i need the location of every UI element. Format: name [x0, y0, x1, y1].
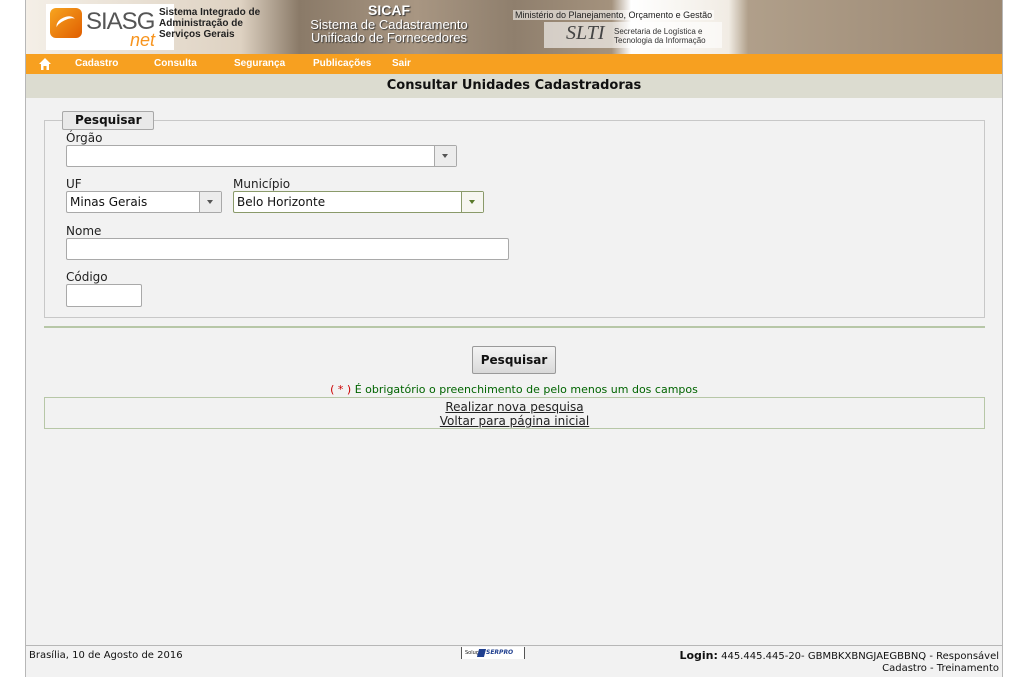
municipio-label: Município [233, 177, 291, 191]
menu-item-publicacoes[interactable]: Publicações [313, 58, 371, 69]
siasg-caption-line: Serviços Gerais [159, 29, 235, 40]
siasg-caption-line: Administração de [159, 18, 243, 29]
menu-item-cadastro[interactable]: Cadastro [75, 58, 118, 69]
siasg-logo-net: net [130, 30, 156, 50]
section-divider [44, 326, 985, 328]
orgao-label: Órgão [66, 131, 103, 145]
back-home-link[interactable]: Voltar para página inicial [45, 414, 984, 428]
municipio-dropdown-button[interactable] [461, 192, 483, 212]
serpro-logo: Solução SERPRO [461, 647, 525, 659]
slti-caption: Secretaria de Logística e Tecnologia da … [614, 27, 706, 45]
municipio-select-value: Belo Horizonte [237, 195, 326, 209]
required-notice-text: É obrigatório o preenchimento de pelo me… [351, 383, 698, 396]
sicaf-subtitle-line2: Unificado de Fornecedores [310, 30, 468, 45]
sicaf-title: SICAF [368, 2, 410, 18]
uf-label: UF [66, 177, 82, 191]
slti-caption-line: Tecnologia da Informação [614, 36, 706, 45]
municipio-select[interactable]: Belo Horizonte [233, 191, 484, 213]
login-value: 445.445.445-20- GBMBKXBNGJAEGBBNQ - Resp… [721, 651, 999, 662]
nome-label: Nome [66, 224, 102, 238]
page-frame: SIASG net Sistema Integrado de Administr… [25, 0, 1003, 677]
orgao-select[interactable] [66, 145, 457, 167]
uf-select-value: Minas Gerais [70, 195, 148, 209]
login-line2: Cadastro - Treinamento [882, 663, 999, 674]
siasg-logo: SIASG net [46, 4, 174, 50]
sicaf-title-block: SICAF Sistema de Cadastramento Unificado… [294, 2, 484, 44]
login-label: Login: [679, 649, 718, 662]
chevron-down-icon [207, 200, 213, 204]
siasg-swoosh-icon [50, 8, 82, 38]
menu-item-sair[interactable]: Sair [392, 58, 411, 69]
home-icon[interactable] [38, 57, 52, 71]
siasg-caption: Sistema Integrado de Administração de Se… [159, 7, 260, 40]
menu-item-seguranca[interactable]: Segurança [234, 58, 285, 69]
serpro-mark-icon [476, 649, 487, 657]
codigo-input[interactable] [66, 284, 142, 307]
uf-select[interactable]: Minas Gerais [66, 191, 222, 213]
search-fieldset-legend: Pesquisar [62, 111, 155, 130]
siasg-caption-line: Sistema Integrado de [159, 7, 261, 18]
pesquisar-button[interactable]: Pesquisar [472, 346, 556, 374]
links-box: Realizar nova pesquisa Voltar para págin… [44, 397, 985, 429]
codigo-label: Código [66, 270, 108, 284]
footer-date: Brasília, 10 de Agosto de 2016 [29, 650, 183, 661]
page-title: Consultar Unidades Cadastradoras [26, 74, 1002, 98]
uf-dropdown-button[interactable] [199, 192, 221, 212]
slti-caption-line: Secretaria de Logística e [614, 27, 703, 36]
page-footer: Brasília, 10 de Agosto de 2016 Solução S… [26, 645, 1002, 677]
slti-logo-block: SLTI Secretaria de Logística e Tecnologi… [544, 22, 722, 48]
footer-login-info: Login: 445.445.445-20- GBMBKXBNGJAEGBBNQ… [679, 650, 999, 675]
new-search-link[interactable]: Realizar nova pesquisa [45, 400, 984, 414]
orgao-dropdown-button[interactable] [434, 146, 456, 166]
required-asterisk: ( * ) [330, 383, 352, 396]
required-notice: ( * ) É obrigatório o preenchimento de p… [26, 383, 1002, 396]
serpro-name: SERPRO [486, 649, 514, 656]
slti-logo-text: SLTI [566, 22, 605, 44]
header-banner: SIASG net Sistema Integrado de Administr… [26, 0, 1002, 54]
login-line1: Login: 445.445.445-20- GBMBKXBNGJAEGBBNQ… [679, 650, 999, 663]
chevron-down-icon [442, 154, 448, 158]
nome-input[interactable] [66, 238, 509, 260]
chevron-down-icon [469, 200, 475, 204]
main-menu-bar: Cadastro Consulta Segurança Publicações … [26, 54, 1002, 74]
ministerio-label: Ministério do Planejamento, Orçamento e … [513, 10, 715, 20]
menu-item-consulta[interactable]: Consulta [154, 58, 197, 69]
